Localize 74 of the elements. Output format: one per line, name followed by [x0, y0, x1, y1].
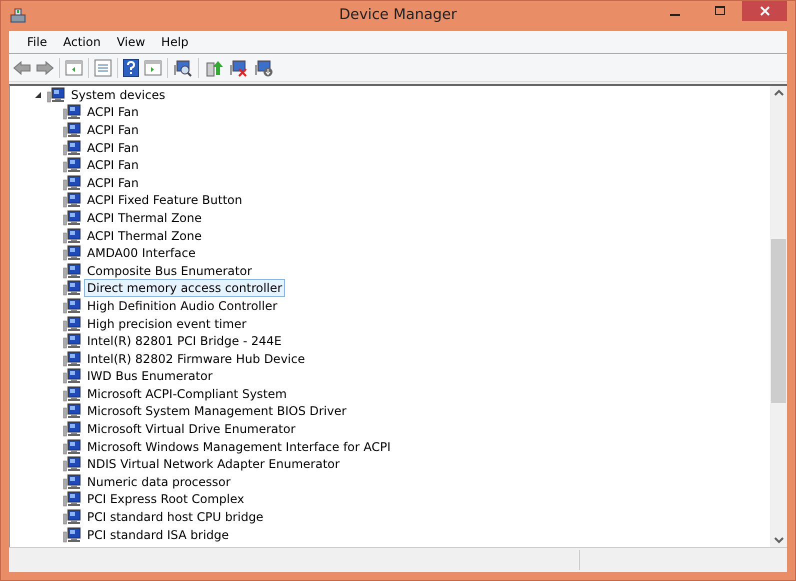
scrollbar-thumb[interactable] [771, 238, 786, 404]
expand-triangle-icon[interactable] [34, 90, 42, 99]
device-icon [63, 368, 81, 384]
action-pane-icon[interactable] [144, 60, 162, 76]
device-icon [63, 316, 81, 332]
device-manager-icon [9, 7, 27, 25]
device-icon [63, 474, 81, 490]
tree-item[interactable]: PCI Express Root Complex [84, 490, 248, 508]
tree-item[interactable]: Composite Bus Enumerator [84, 262, 255, 280]
menu-item[interactable]: File [19, 35, 56, 49]
device-icon [63, 157, 81, 174]
disable-device-icon[interactable] [254, 58, 274, 76]
tree-item[interactable]: ACPI Fan [84, 120, 142, 139]
tree-item[interactable]: Microsoft Windows Management Interface for ACPI [84, 438, 394, 456]
device-icon [63, 174, 81, 191]
device-icon [63, 104, 81, 120]
forward-arrow-icon[interactable] [36, 60, 54, 74]
menu-item[interactable]: View [108, 35, 154, 49]
device-icon [63, 262, 81, 279]
tree-item[interactable]: ACPI Thermal Zone [84, 208, 205, 227]
help-icon[interactable] [123, 58, 139, 76]
tree-item[interactable]: ACPI Fan [84, 103, 142, 122]
tree-item[interactable]: IWD Bus Enumerator [84, 367, 216, 386]
tree-item[interactable]: PCI standard host CPU bridge [84, 508, 266, 526]
menu-item[interactable]: Help [153, 35, 197, 49]
tree-item[interactable]: Microsoft Virtual Drive Enumerator [84, 420, 298, 438]
tree-item[interactable]: Microsoft System Management BIOS Driver [84, 402, 350, 420]
back-arrow-icon[interactable] [13, 60, 31, 74]
device-icon [63, 509, 81, 526]
device-icon [63, 386, 81, 402]
device-icon [63, 192, 81, 208]
device-icon [63, 526, 81, 543]
device-icon [63, 438, 81, 455]
device-icon [63, 403, 81, 420]
device-icon [63, 491, 81, 508]
device-icon [47, 86, 65, 103]
minimize-icon [670, 14, 680, 16]
tree-item[interactable]: Direct memory access controller [84, 279, 286, 298]
tree-item[interactable]: High precision event timer [84, 314, 250, 333]
uninstall-icon[interactable] [229, 58, 249, 76]
device-icon [63, 280, 81, 296]
console-tree-icon[interactable] [65, 60, 83, 76]
tree-item[interactable]: Intel(R) 82802 Firmware Hub Device [84, 350, 308, 368]
menu-item[interactable]: Action [55, 35, 109, 49]
tree-item[interactable]: System devices [68, 86, 168, 104]
device-icon [63, 298, 81, 314]
tree-item[interactable]: ACPI Fan [84, 156, 142, 174]
device-icon [63, 210, 81, 226]
tree-item[interactable]: PCI standard ISA bridge [84, 526, 232, 544]
scan-hardware-icon[interactable] [173, 58, 193, 76]
tree-item[interactable]: High Definition Audio Controller [84, 296, 280, 315]
window-title: Device Manager [339, 7, 457, 23]
tree-item[interactable]: NDIS Virtual Network Adapter Enumerator [84, 455, 343, 474]
tree-item[interactable]: AMDA00 Interface [84, 244, 199, 262]
maximize-icon [714, 5, 726, 17]
device-icon [63, 421, 81, 438]
device-icon [63, 456, 81, 472]
tree-item[interactable]: Numeric data processor [84, 472, 234, 491]
tree-item[interactable]: ACPI Fixed Feature Button [84, 191, 246, 210]
device-icon [63, 122, 81, 138]
properties-icon[interactable] [94, 58, 112, 76]
device-icon [63, 140, 81, 156]
tree-item[interactable]: ACPI Thermal Zone [84, 226, 205, 245]
device-icon [63, 350, 81, 367]
tree-item[interactable]: Microsoft ACPI-Compliant System [84, 384, 290, 403]
close-button[interactable] [742, 1, 787, 21]
device-icon [63, 333, 81, 350]
update-driver-icon[interactable] [204, 58, 224, 76]
tree-item[interactable]: ACPI Fan [84, 138, 142, 157]
tree-item[interactable]: ACPI Fan [84, 174, 142, 192]
tree-item[interactable]: Intel(R) 82801 PCI Bridge - 244E [84, 332, 285, 350]
device-icon [63, 228, 81, 244]
device-icon [63, 245, 81, 262]
close-icon [758, 5, 770, 17]
